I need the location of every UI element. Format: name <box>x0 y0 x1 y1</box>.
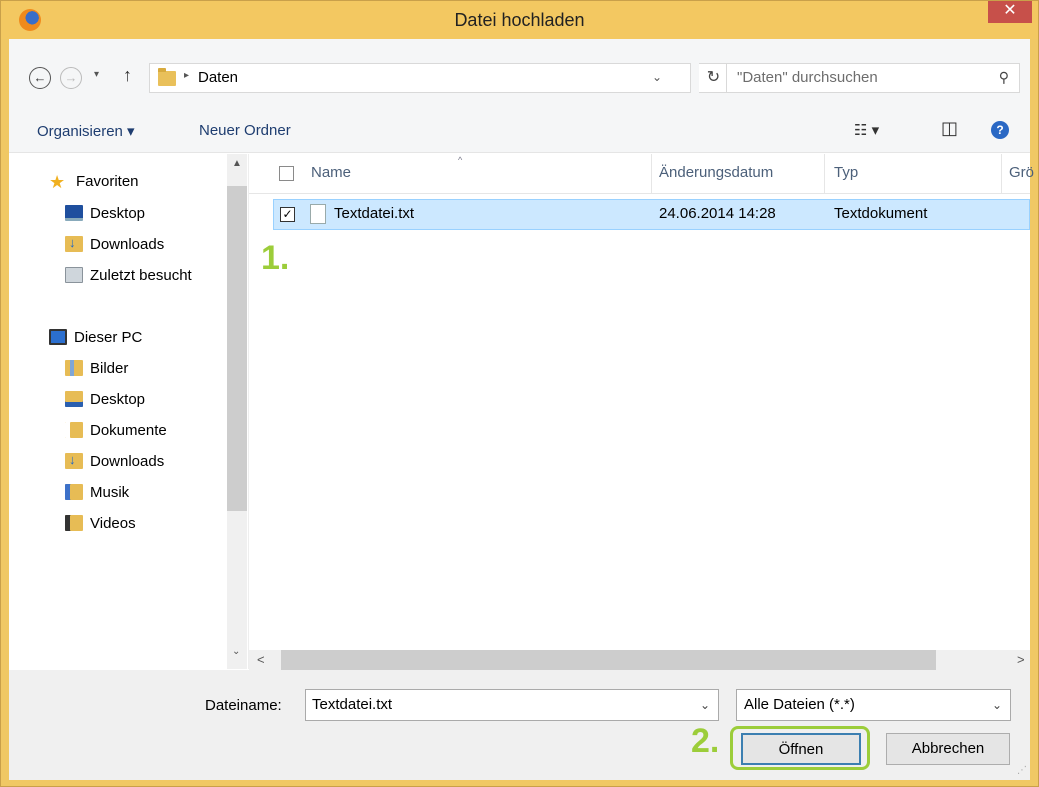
refresh-button[interactable]: ↻ <box>699 63 729 93</box>
column-header: ^ Name Änderungsdatum Typ Grö <box>249 154 1034 194</box>
column-size[interactable]: Grö <box>1009 164 1034 181</box>
open-button[interactable]: Öffnen <box>741 733 861 765</box>
file-type-dropdown-icon[interactable]: ⌄ <box>992 698 1002 712</box>
resize-grip-icon[interactable]: ⋰ <box>1017 765 1027 776</box>
scroll-right-icon[interactable]: > <box>1017 652 1025 667</box>
upload-dialog: Datei hochladen ✕ ← → ▾ ↑ ▸ Daten ⌄ ↻ "D… <box>0 0 1039 787</box>
sidebar-item-recent[interactable]: Zuletzt besucht <box>65 267 192 284</box>
view-options-icon[interactable]: ☷ ▾ <box>854 121 879 139</box>
filename-label: Dateiname: <box>205 697 282 714</box>
column-date[interactable]: Änderungsdatum <box>659 164 773 181</box>
sidebar-item-fav-downloads[interactable]: Downloads <box>65 235 164 253</box>
file-type-value: Alle Dateien (*.*) <box>744 696 855 713</box>
videos-folder-icon <box>65 515 83 531</box>
file-checkbox[interactable]: ✓ <box>280 207 295 222</box>
search-input[interactable]: "Daten" durchsuchen ⚲ <box>726 63 1020 93</box>
filename-input[interactable]: Textdatei.txt ⌄ <box>305 689 719 721</box>
annotation-step-2: 2. <box>691 722 720 760</box>
select-all-checkbox[interactable] <box>279 166 294 181</box>
help-icon[interactable]: ? <box>991 121 1009 139</box>
breadcrumb-daten[interactable]: Daten <box>198 69 238 86</box>
filename-value[interactable]: Textdatei.txt <box>312 696 392 713</box>
navigation-bar: ← → ▾ ↑ ▸ Daten ⌄ ↻ "Daten" durchsuchen … <box>9 39 1030 109</box>
file-row[interactable]: ✓ Textdatei.txt 24.06.2014 14:28 Textdok… <box>273 199 1030 230</box>
sidebar-item-pc-downloads[interactable]: Downloads <box>65 452 164 470</box>
address-dropdown-icon[interactable]: ⌄ <box>652 70 662 84</box>
up-button[interactable]: ↑ <box>123 65 132 86</box>
organize-menu[interactable]: Organisieren ▾ <box>37 122 135 140</box>
pictures-folder-icon <box>65 360 83 376</box>
file-list-scrollbar[interactable]: < > <box>249 650 1030 670</box>
music-folder-icon <box>65 484 83 500</box>
column-name[interactable]: Name <box>311 164 351 181</box>
command-toolbar: Organisieren ▾ Neuer Ordner ☷ ▾ ◫ ? <box>9 109 1030 153</box>
back-button[interactable]: ← <box>29 67 51 89</box>
documents-folder-icon <box>65 422 83 438</box>
scrollbar-thumb[interactable] <box>227 186 247 511</box>
address-bar[interactable]: ▸ Daten ⌄ <box>149 63 691 93</box>
text-document-icon <box>310 204 326 224</box>
dialog-body: ← → ▾ ↑ ▸ Daten ⌄ ↻ "Daten" durchsuchen … <box>9 39 1034 780</box>
column-divider[interactable] <box>824 154 825 194</box>
sidebar-item-music[interactable]: Musik <box>65 484 129 501</box>
dialog-footer: Dateiname: Textdatei.txt ⌄ Alle Dateien … <box>9 670 1030 780</box>
sidebar-item-documents[interactable]: Dokumente <box>65 422 167 439</box>
scroll-up-icon[interactable]: ▲ <box>232 158 242 169</box>
sidebar-item-pictures[interactable]: Bilder <box>65 360 128 377</box>
recent-places-icon <box>65 267 83 283</box>
cancel-button[interactable]: Abbrechen <box>886 733 1010 765</box>
recent-locations-dropdown[interactable]: ▾ <box>94 69 99 80</box>
sidebar-item-favorites[interactable]: ★ Favoriten <box>49 172 139 192</box>
desktop-folder-icon <box>65 391 83 407</box>
new-folder-button[interactable]: Neuer Ordner <box>199 122 291 139</box>
file-list: ^ Name Änderungsdatum Typ Grö ✓ Textdate… <box>249 154 1034 669</box>
file-date: 24.06.2014 14:28 <box>659 205 776 222</box>
file-type: Textdokument <box>834 205 928 222</box>
desktop-icon <box>65 205 83 221</box>
sidebar-item-pc-desktop[interactable]: Desktop <box>65 391 145 408</box>
scroll-down-icon[interactable]: ⌄ <box>232 646 240 657</box>
search-placeholder: "Daten" durchsuchen <box>737 69 878 86</box>
annotation-step-1: 1. <box>261 239 290 277</box>
column-divider[interactable] <box>1001 154 1002 194</box>
sort-ascending-icon: ^ <box>458 155 463 165</box>
folder-icon <box>158 68 176 86</box>
preview-pane-icon[interactable]: ◫ <box>941 118 958 139</box>
computer-icon <box>49 329 67 345</box>
sidebar-item-fav-desktop[interactable]: Desktop <box>65 205 145 222</box>
breadcrumb-arrow-icon[interactable]: ▸ <box>184 70 189 81</box>
file-name: Textdatei.txt <box>334 205 415 222</box>
forward-button[interactable]: → <box>60 67 82 89</box>
downloads-folder-icon <box>65 452 83 469</box>
scrollbar-thumb[interactable] <box>281 650 936 670</box>
scroll-left-icon[interactable]: < <box>257 652 265 667</box>
dialog-title: Datei hochladen <box>454 10 585 30</box>
column-divider[interactable] <box>651 154 652 194</box>
sidebar-item-videos[interactable]: Videos <box>65 515 136 532</box>
column-type[interactable]: Typ <box>834 164 858 181</box>
title-bar[interactable]: Datei hochladen ✕ <box>1 1 1038 39</box>
sidebar-scrollbar[interactable]: ▲ ⌄ <box>227 154 247 669</box>
filename-dropdown-icon[interactable]: ⌄ <box>700 698 710 712</box>
close-button[interactable]: ✕ <box>988 1 1032 23</box>
star-icon: ★ <box>49 172 66 192</box>
navigation-pane: ★Favoriten Desktop Downloads Zuletzt bes… <box>9 154 249 669</box>
sidebar-item-this-pc[interactable]: Dieser PC <box>49 329 142 346</box>
file-type-select[interactable]: Alle Dateien (*.*) ⌄ <box>736 689 1011 721</box>
downloads-icon <box>65 235 83 252</box>
search-icon[interactable]: ⚲ <box>999 69 1009 86</box>
